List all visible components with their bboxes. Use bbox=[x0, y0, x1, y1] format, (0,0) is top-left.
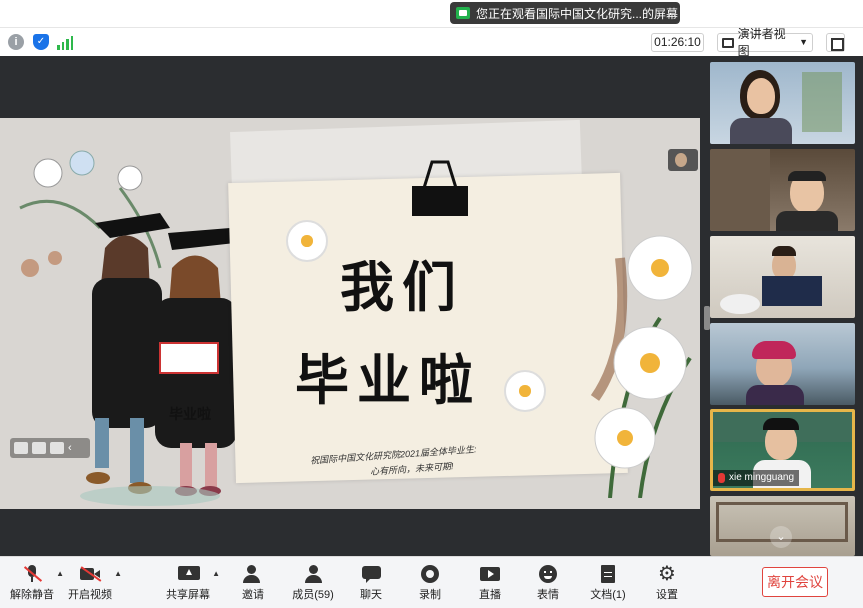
smiley-icon bbox=[538, 565, 558, 583]
top-bar: 您正在观看国际中国文化研究...的屏幕 bbox=[0, 0, 863, 28]
signal-icon[interactable] bbox=[57, 36, 73, 50]
scroll-down-icon[interactable]: ⌄ bbox=[770, 526, 792, 548]
live-stream-button[interactable]: 直播 bbox=[462, 563, 518, 605]
chat-icon bbox=[361, 565, 381, 583]
grid-view-icon[interactable] bbox=[14, 442, 28, 454]
fullscreen-icon[interactable] bbox=[826, 33, 845, 52]
reactions-button[interactable]: 表情 bbox=[520, 563, 576, 605]
participant-video-tile[interactable] bbox=[710, 236, 855, 318]
participant-video-tile[interactable] bbox=[710, 62, 855, 144]
presenter-mini-camera[interactable] bbox=[668, 149, 698, 171]
unmute-button[interactable]: 解除静音 ▲ bbox=[4, 563, 64, 605]
members-icon bbox=[303, 565, 323, 583]
annotate-icon[interactable] bbox=[32, 442, 46, 454]
start-video-label: 开启视频 bbox=[68, 589, 112, 601]
documents-button[interactable]: 文档(1) bbox=[580, 563, 636, 605]
share-screen-icon bbox=[178, 565, 200, 583]
chevron-up-icon[interactable]: ▲ bbox=[114, 569, 122, 578]
slide-title-line2: 毕业啦 bbox=[295, 348, 481, 412]
share-screen-label: 共享屏幕 bbox=[166, 589, 210, 601]
binder-clip-icon bbox=[412, 160, 468, 216]
participant-video-tile[interactable] bbox=[710, 149, 855, 231]
presentation-slide: 毕业啦 我们 毕业啦 祝国际中国文化研究院2021届全体毕业生: 心有所向，未来… bbox=[0, 118, 700, 509]
settings-label: 设置 bbox=[656, 589, 678, 601]
document-icon bbox=[598, 565, 618, 583]
slide-paper-card bbox=[228, 172, 628, 484]
members-button[interactable]: 成员(59) bbox=[285, 563, 341, 605]
participant-video-tile[interactable] bbox=[710, 323, 855, 405]
participant-name-tag: xie mingguang bbox=[713, 470, 800, 486]
info-icon[interactable]: i bbox=[8, 34, 24, 50]
speaker-view-icon bbox=[722, 37, 734, 48]
daisy-bouquet-illustration bbox=[590, 235, 693, 498]
gear-icon: ⚙ bbox=[658, 563, 676, 585]
view-mode-select[interactable]: 演讲者视图 ▼ bbox=[717, 27, 813, 58]
live-stream-icon bbox=[480, 565, 500, 583]
mic-muted-icon bbox=[22, 565, 43, 583]
chat-button[interactable]: 聊天 bbox=[343, 563, 399, 605]
meeting-timer: 01:26:10 bbox=[651, 33, 704, 52]
live-stream-label: 直播 bbox=[479, 589, 501, 601]
leave-meeting-button[interactable]: 离开会议 bbox=[762, 567, 828, 597]
documents-label: 文档(1) bbox=[590, 589, 626, 601]
screen-share-banner[interactable]: 您正在观看国际中国文化研究...的屏幕 bbox=[450, 2, 680, 24]
members-label: 成员(59) bbox=[292, 589, 334, 601]
invite-label: 邀请 bbox=[242, 589, 264, 601]
chat-bubble-icon[interactable] bbox=[50, 442, 64, 454]
start-video-button[interactable]: 开启视频 ▲ bbox=[62, 563, 122, 605]
muted-mic-icon bbox=[718, 473, 725, 483]
chevron-up-icon[interactable]: ▲ bbox=[212, 569, 220, 578]
participant-video-sidebar: xie mingguang ⌄ bbox=[704, 56, 863, 556]
camera-off-icon bbox=[80, 565, 102, 583]
participant-name: xie mingguang bbox=[729, 472, 795, 483]
chevron-left-icon[interactable]: ‹ bbox=[68, 442, 82, 454]
slide-title-line1: 我们 bbox=[340, 255, 464, 319]
chevron-down-icon: ▼ bbox=[799, 37, 808, 47]
graduation-sign-text: 毕业啦 bbox=[169, 406, 211, 422]
reactions-label: 表情 bbox=[537, 589, 559, 601]
slide-controls: ‹ bbox=[10, 438, 90, 458]
shield-icon[interactable]: ✓ bbox=[33, 34, 49, 50]
shared-screen-area: 毕业啦 我们 毕业啦 祝国际中国文化研究院2021届全体毕业生: 心有所向，未来… bbox=[0, 56, 704, 556]
screen-share-banner-text: 您正在观看国际中国文化研究...的屏幕 bbox=[476, 6, 679, 21]
daisy-decoration bbox=[286, 220, 328, 262]
record-button[interactable]: 录制 bbox=[402, 563, 458, 605]
screen-share-icon bbox=[456, 7, 470, 19]
invite-button[interactable]: 邀请 bbox=[225, 563, 281, 605]
settings-button[interactable]: ⚙ 设置 bbox=[639, 563, 695, 605]
chat-label: 聊天 bbox=[360, 589, 382, 601]
view-mode-label: 演讲者视图 bbox=[737, 26, 786, 58]
record-label: 录制 bbox=[419, 589, 441, 601]
bottom-toolbar: 解除静音 ▲ 开启视频 ▲ 共享屏幕 ▲ 邀请 成员(59) 聊天 录制 直播 … bbox=[0, 556, 863, 608]
share-screen-button[interactable]: 共享屏幕 ▲ bbox=[160, 563, 220, 605]
daisy-decoration bbox=[504, 370, 546, 412]
record-icon bbox=[420, 565, 440, 583]
add-person-icon bbox=[243, 565, 263, 583]
meeting-info-toolbar: i ✓ 01:26:10 演讲者视图 ▼ bbox=[0, 27, 863, 58]
unmute-label: 解除静音 bbox=[10, 589, 54, 601]
participant-video-tile-active[interactable]: xie mingguang bbox=[710, 409, 855, 491]
